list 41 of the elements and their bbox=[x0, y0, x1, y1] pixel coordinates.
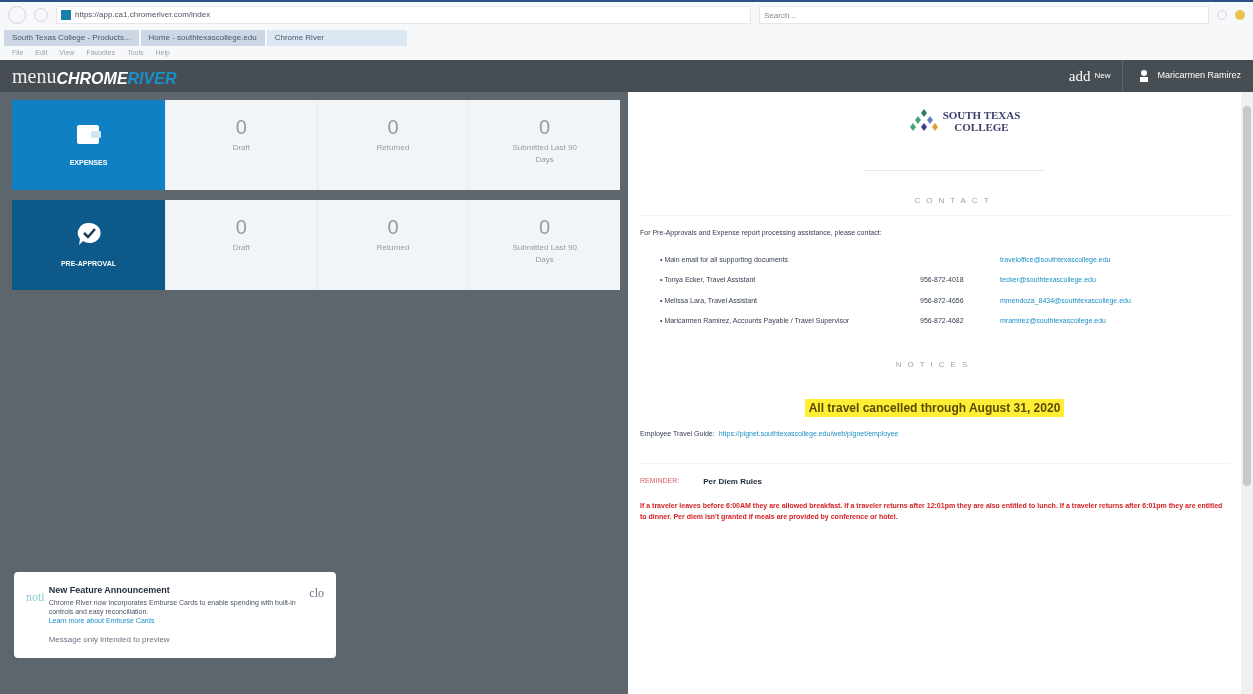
stat-label: Returned bbox=[375, 242, 411, 254]
section-heading: NOTICES bbox=[895, 358, 974, 371]
notification-title: New Feature Announcement bbox=[48, 584, 171, 597]
scrollbar[interactable] bbox=[1241, 92, 1253, 694]
logo-text: CHROME bbox=[56, 69, 128, 89]
stat-label: Submitted Last 90 Days bbox=[511, 242, 578, 266]
section-heading: CONTACT bbox=[914, 195, 995, 207]
stat-label: Draft bbox=[231, 242, 251, 254]
reminder-title: Per Diem Rules bbox=[703, 476, 762, 488]
check-bubble-icon bbox=[75, 220, 102, 247]
stat-count: 0 bbox=[539, 115, 551, 140]
stat-cell[interactable]: 0 Submitted Last 90 Days bbox=[468, 200, 620, 290]
stat-count: 0 bbox=[387, 115, 399, 140]
stat-cell[interactable]: 0 Returned bbox=[316, 200, 469, 290]
notification-tag: noti bbox=[26, 588, 45, 658]
stat-count: 0 bbox=[539, 215, 551, 240]
site-icon bbox=[61, 10, 71, 20]
stat-label: Submitted Last 90 Days bbox=[511, 142, 578, 166]
stat-cell[interactable]: 0 Returned bbox=[316, 100, 469, 190]
user-menu[interactable]: Maricarmen Ramirez bbox=[1123, 69, 1241, 83]
college-name: SOUTH TEXAS bbox=[942, 109, 1021, 121]
stat-cell[interactable]: 0 Draft bbox=[165, 200, 317, 290]
stat-label: Returned bbox=[375, 142, 411, 154]
stat-label: Draft bbox=[231, 142, 251, 154]
travel-alert: All travel cancelled through August 31, 2020 bbox=[804, 398, 1065, 417]
logo-text: RIVER bbox=[127, 69, 177, 89]
stat-cell[interactable]: 0 Submitted Last 90 Days bbox=[468, 100, 620, 190]
browser-tab[interactable]: Home - southtexascollege.edu bbox=[140, 30, 265, 46]
logo-text: menu bbox=[12, 64, 57, 89]
stat-cell[interactable]: 0 Draft bbox=[165, 100, 317, 190]
browser-tab[interactable]: South Texas College - Products... bbox=[4, 30, 139, 46]
address-bar[interactable]: https://app.ca1.chromeriver.com/index bbox=[56, 6, 751, 24]
search-field[interactable]: Search... bbox=[759, 6, 1209, 24]
user-icon bbox=[1139, 70, 1150, 82]
stat-count: 0 bbox=[235, 115, 247, 140]
stat-count: 0 bbox=[387, 215, 399, 240]
close-button[interactable]: clo bbox=[309, 584, 324, 602]
college-name: COLLEGE bbox=[954, 121, 1009, 133]
stat-count: 0 bbox=[235, 215, 247, 240]
notification-footnote: Message only intended to preview bbox=[48, 634, 171, 646]
browser-tab[interactable]: Chrome River bbox=[266, 30, 407, 46]
